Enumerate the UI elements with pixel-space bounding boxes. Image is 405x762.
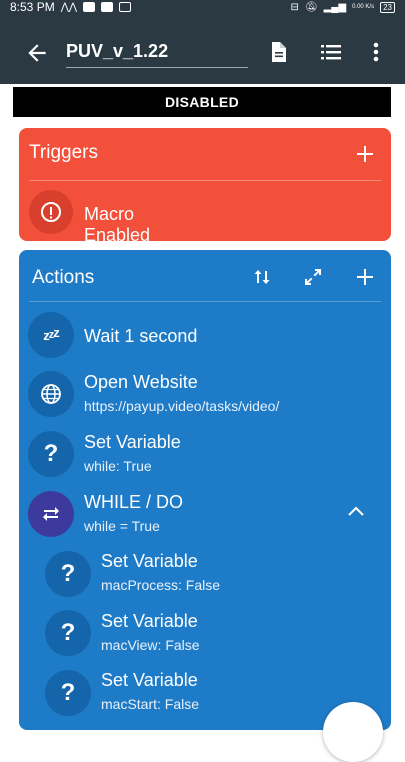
app-bar: PUV_v_1.22 xyxy=(0,14,405,84)
repeat-icon-bg xyxy=(28,491,74,537)
reorder-icon[interactable] xyxy=(252,267,272,287)
question-mark-icon: ? xyxy=(45,610,91,656)
action-subtitle: macStart: False xyxy=(101,696,200,712)
triggers-divider xyxy=(29,180,381,181)
globe-icon-bg xyxy=(28,371,74,417)
action-title: Wait 1 second xyxy=(84,326,198,346)
triggers-section: Triggers Macro Enabled xyxy=(19,128,391,241)
action-subtitle: macView: False xyxy=(101,637,200,653)
app-notification-icon: ⋀⋀ xyxy=(60,1,78,13)
triggers-header: Triggers xyxy=(29,142,98,163)
document-icon[interactable] xyxy=(266,40,290,64)
question-mark-icon: ? xyxy=(45,670,91,716)
trigger-label: Macro Enabled xyxy=(84,204,151,241)
action-title: Set Variable xyxy=(101,670,198,690)
square-notification-icon xyxy=(101,2,114,12)
action-title: Open Website xyxy=(84,372,198,392)
actions-divider xyxy=(29,301,381,302)
floating-action-button[interactable] xyxy=(323,702,383,762)
action-subtitle: macProcess: False xyxy=(101,577,221,593)
signal-icon: ▂▄▆ xyxy=(323,1,347,13)
activity-notification-icon xyxy=(119,2,132,12)
status-time: 8:53 PM xyxy=(10,0,55,14)
camera-notification-icon xyxy=(83,2,96,12)
action-subtitle: while = True xyxy=(84,518,160,534)
action-title: Set Variable xyxy=(101,611,198,631)
action-title: WHILE / DO xyxy=(84,492,184,512)
disabled-banner: DISABLED xyxy=(13,87,391,117)
sleep-zzz-icon: zzz xyxy=(28,312,74,358)
cast-icon: ⊟ xyxy=(290,1,299,13)
battery-icon: 23 xyxy=(380,1,395,13)
action-title: Set Variable xyxy=(84,432,181,452)
expand-icon[interactable] xyxy=(303,267,323,287)
add-action-plus-icon[interactable] xyxy=(355,267,375,287)
add-trigger-plus-icon[interactable] xyxy=(355,144,375,164)
question-mark-icon: ? xyxy=(28,431,74,477)
status-bar: 8:53 PM ⋀⋀ ⊟ 🔕︎ ▂▄▆ 0.00 K/s 23 xyxy=(0,0,405,14)
chevron-up-icon[interactable] xyxy=(346,505,366,519)
more-vert-icon[interactable] xyxy=(366,40,386,64)
globe-icon xyxy=(41,384,61,404)
network-speed: 0.00 K/s xyxy=(352,4,375,10)
list-icon[interactable] xyxy=(318,40,344,64)
actions-header: Actions xyxy=(32,267,95,288)
info-icon xyxy=(41,202,61,222)
question-mark-icon: ? xyxy=(45,551,91,597)
mute-icon: 🔕︎ xyxy=(304,1,318,13)
trigger-icon-bg xyxy=(29,190,73,234)
repeat-icon xyxy=(43,507,59,521)
actions-section: Actions zzz Wait 1 second Open Website h… xyxy=(19,250,391,730)
back-arrow-icon[interactable] xyxy=(24,40,50,66)
action-title: Set Variable xyxy=(101,551,198,571)
macro-name-field[interactable]: PUV_v_1.22 xyxy=(66,36,248,68)
action-subtitle: https://payup.video/tasks/video/ xyxy=(84,398,280,414)
action-subtitle: while: True xyxy=(84,458,152,474)
